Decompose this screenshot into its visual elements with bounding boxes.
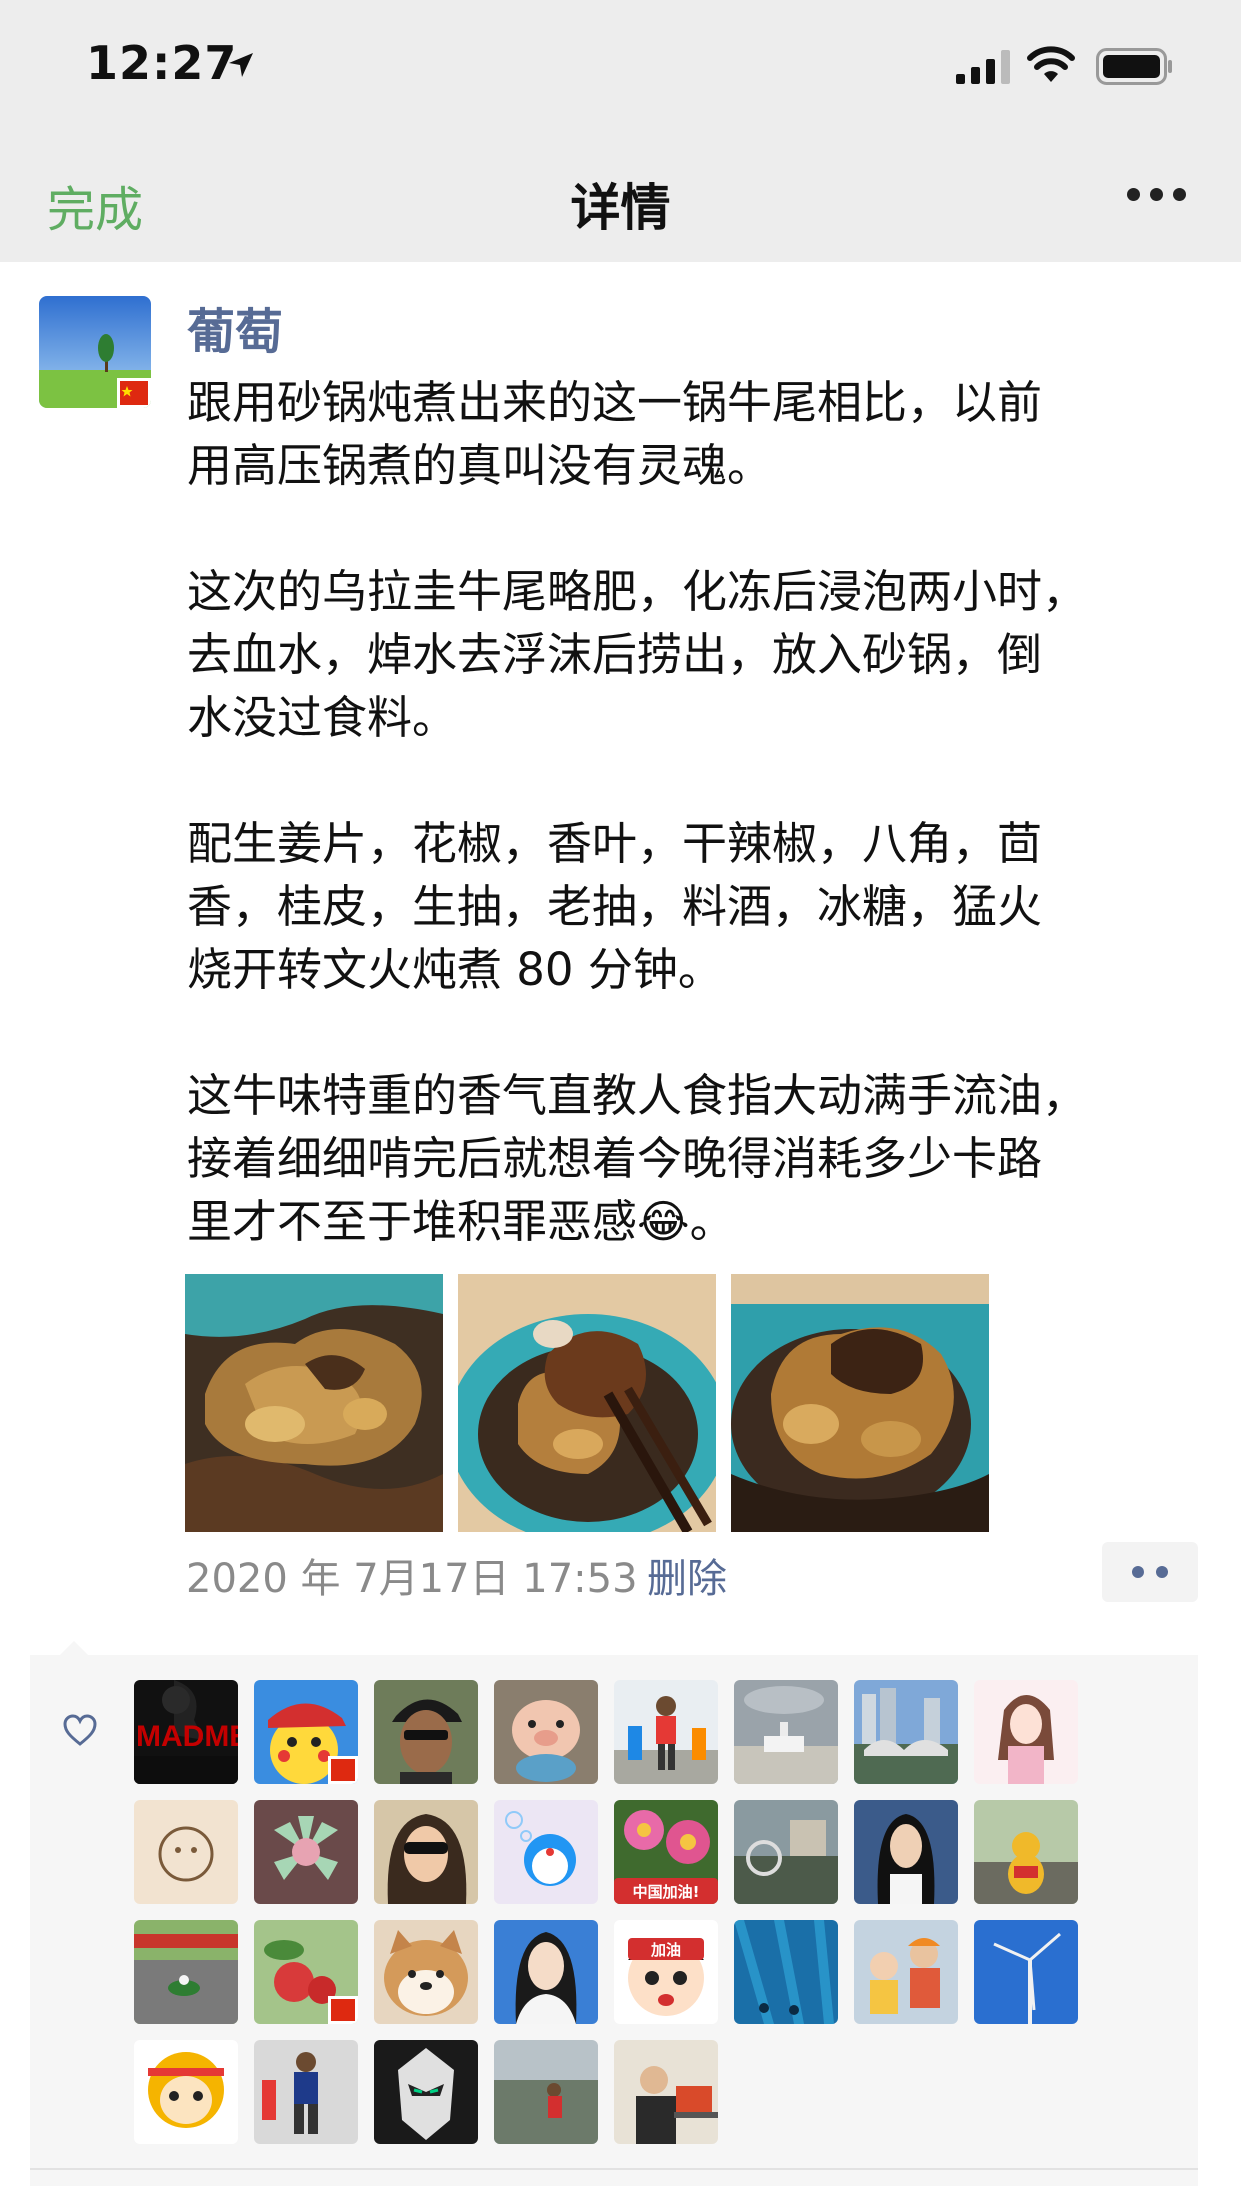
cellular-signal-icon — [956, 50, 1010, 84]
like-avatar-26[interactable] — [254, 2040, 358, 2144]
nav-bar: 完成 详情 — [0, 130, 1241, 262]
post-photo-2[interactable] — [458, 1274, 716, 1532]
post-author-name[interactable]: 葡萄 — [187, 292, 283, 362]
like-avatar-11[interactable] — [374, 1800, 478, 1904]
like-avatar-19[interactable] — [374, 1920, 478, 2024]
like-avatar-1[interactable]: MADME — [134, 1680, 238, 1784]
like-avatar-8[interactable] — [974, 1680, 1078, 1784]
comment-like-action-button[interactable] — [1102, 1542, 1198, 1602]
like-avatar-22[interactable] — [734, 1920, 838, 2024]
madme-logo-text: MADME — [136, 1720, 238, 1753]
like-avatar-14[interactable] — [734, 1800, 838, 1904]
post-photo-3[interactable] — [731, 1274, 989, 1532]
more-options-icon[interactable] — [1127, 188, 1187, 202]
page-title: 详情 — [570, 179, 671, 237]
status-bar: 12:27 — [0, 0, 1241, 130]
heart-icon — [63, 1714, 97, 1746]
bottom-divider — [30, 2168, 1198, 2170]
like-avatar-15[interactable] — [854, 1800, 958, 1904]
like-avatar-13[interactable]: 中国加油! — [614, 1800, 718, 1904]
like-avatar-6[interactable] — [734, 1680, 838, 1784]
like-avatar-27[interactable] — [374, 2040, 478, 2144]
like-avatar-29[interactable] — [614, 2040, 718, 2144]
post-timestamp: 2020 年 7月17日 17:53 — [186, 1556, 638, 1602]
like-avatar-20[interactable] — [494, 1920, 598, 2024]
like-avatar-28[interactable] — [494, 2040, 598, 2144]
wifi-icon — [1027, 46, 1075, 82]
like-avatar-25[interactable] — [134, 2040, 238, 2144]
like-avatar-24[interactable] — [974, 1920, 1078, 2024]
jiayou-headband-text: 加油 — [650, 1941, 681, 1959]
delete-button[interactable]: 删除 — [647, 1546, 727, 1604]
post-body-text: 跟用砂锅炖煮出来的这一锅牛尾相比，以前 用高压锅煮的真叫没有灵魂。 这次的乌拉圭… — [187, 376, 1088, 1248]
location-arrow-icon — [229, 53, 253, 77]
like-avatar-2[interactable] — [254, 1680, 358, 1784]
like-avatar-7[interactable] — [854, 1680, 958, 1784]
like-avatar-12[interactable] — [494, 1800, 598, 1904]
battery-icon — [1096, 48, 1172, 85]
china-jiayou-badge-text: 中国加油! — [633, 1883, 700, 1901]
like-avatar-10[interactable] — [254, 1800, 358, 1904]
like-avatar-16[interactable] — [974, 1800, 1078, 1904]
like-avatar-18[interactable] — [254, 1920, 358, 2024]
like-avatar-4[interactable] — [494, 1680, 598, 1784]
user-avatar[interactable] — [39, 296, 151, 408]
like-avatar-9[interactable] — [134, 1800, 238, 1904]
like-avatar-21[interactable]: 加油 — [614, 1920, 718, 2024]
status-time: 12:27 — [86, 36, 238, 90]
like-avatar-23[interactable] — [854, 1920, 958, 2024]
like-avatar-5[interactable] — [614, 1680, 718, 1784]
like-avatar-17[interactable] — [134, 1920, 238, 2024]
like-avatar-3[interactable] — [374, 1680, 478, 1784]
post-photo-1[interactable] — [185, 1274, 443, 1532]
